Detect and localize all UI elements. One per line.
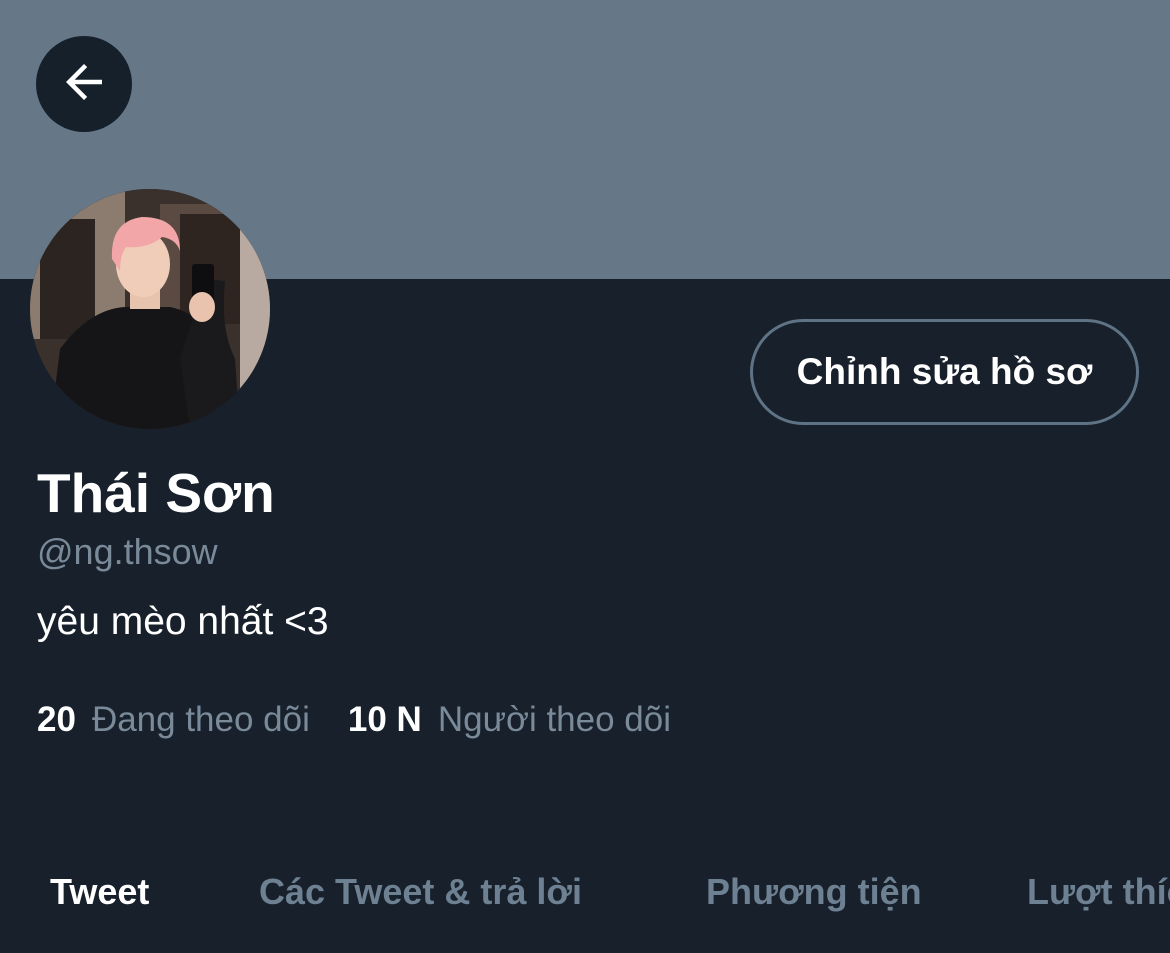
profile-page: Chỉnh sửa hồ sơ Thái Sơn @ng.thsow yêu m… [0,0,1170,953]
followers-label: Người theo dõi [437,700,672,739]
display-name: Thái Sơn [37,462,275,524]
following-stat[interactable]: 20 Đang theo dõi [37,698,310,742]
following-count: 20 [37,700,76,739]
tab-media[interactable]: Phương tiện [706,860,922,924]
following-label: Đang theo dõi [91,700,310,739]
user-handle: @ng.thsow [37,531,218,572]
followers-count: 10 N [347,700,422,739]
edit-profile-button[interactable]: Chỉnh sửa hồ sơ [750,319,1139,425]
tab-tweets-and-replies[interactable]: Các Tweet & trả lời [259,860,582,924]
followers-stat[interactable]: 10 N Người theo dõi [348,698,671,742]
profile-tabs: Tweet Các Tweet & trả lời Phương tiện Lư… [0,860,1170,924]
back-button[interactable] [36,36,132,132]
profile-bio: yêu mèo nhất <3 [37,600,329,643]
tab-tweets[interactable]: Tweet [50,860,149,924]
follow-stats: 20 Đang theo dõi 10 N Người theo dõi [37,698,671,742]
avatar[interactable] [30,189,270,429]
arrow-left-icon [57,55,111,114]
tab-likes[interactable]: Lượt thích [1027,860,1170,924]
